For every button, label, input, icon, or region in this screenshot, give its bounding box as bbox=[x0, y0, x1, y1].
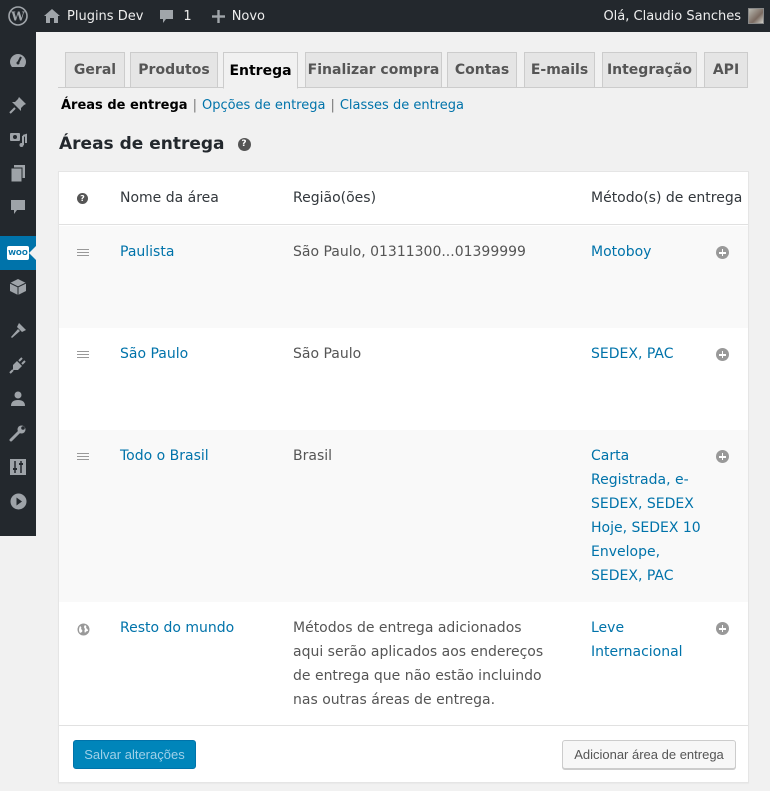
sidebar-item-plugins[interactable] bbox=[0, 348, 36, 382]
comments-count: 1 bbox=[183, 8, 192, 24]
comments-link[interactable]: 1 bbox=[159, 0, 192, 32]
tab-integracao[interactable]: Integração bbox=[602, 52, 697, 88]
header-zone-name: Nome da área bbox=[120, 190, 219, 206]
sidebar-item-comments[interactable] bbox=[0, 190, 36, 224]
zone-methods[interactable]: SEDEX, PAC bbox=[591, 342, 703, 366]
new-label: Novo bbox=[231, 8, 266, 24]
add-shipping-zone-button[interactable]: Adicionar área de entrega bbox=[562, 740, 736, 769]
shipping-zones-table: ? Nome da área Região(ões) Método(s) de … bbox=[58, 171, 749, 783]
globe-icon bbox=[77, 623, 90, 636]
tab-entrega[interactable]: Entrega bbox=[223, 52, 298, 89]
svg-text:W: W bbox=[10, 10, 25, 24]
play-icon bbox=[10, 493, 26, 509]
zone-methods[interactable]: Carta Registrada, e-SEDEX, SEDEX Hoje, S… bbox=[591, 444, 701, 588]
media-icon bbox=[10, 133, 27, 147]
zone-region: Brasil bbox=[293, 448, 333, 464]
tab-e-mails[interactable]: E-mails bbox=[524, 52, 595, 88]
table-footer: Salvar alterações Adicionar área de entr… bbox=[59, 725, 748, 782]
zone-region: São Paulo, 01311300...01399999 bbox=[293, 244, 526, 260]
add-method-icon[interactable] bbox=[716, 622, 729, 635]
site-name-link[interactable]: Plugins Dev bbox=[44, 0, 143, 32]
drag-handle-icon[interactable] bbox=[77, 351, 89, 358]
tools-icon bbox=[9, 425, 26, 442]
settings-icon bbox=[10, 459, 26, 475]
zone-region: São Paulo bbox=[293, 346, 362, 362]
help-icon[interactable]: ? bbox=[77, 193, 88, 204]
sidebar-item-users[interactable] bbox=[0, 382, 36, 416]
table-row: Paulista São Paulo, 01311300...01399999 … bbox=[59, 226, 748, 328]
page-title-text: Áreas de entrega bbox=[59, 134, 225, 154]
tab-api[interactable]: API bbox=[704, 52, 748, 88]
sidebar-item-tools[interactable] bbox=[0, 416, 36, 450]
drag-handle-icon[interactable] bbox=[77, 249, 89, 256]
avatar bbox=[748, 8, 764, 24]
pages-icon bbox=[10, 164, 25, 182]
tab-geral[interactable]: Geral bbox=[65, 52, 125, 88]
subnav-current-shipping-zones[interactable]: Áreas de entrega bbox=[61, 98, 188, 113]
help-icon[interactable]: ? bbox=[237, 137, 251, 151]
zone-methods[interactable]: Motoboy bbox=[591, 240, 703, 264]
sidebar-item-media-player[interactable] bbox=[0, 484, 36, 518]
sidebar-item-media[interactable] bbox=[0, 122, 36, 156]
sidebar-item-posts[interactable] bbox=[0, 88, 36, 122]
table-row: Todo o Brasil Brasil Carta Registrada, e… bbox=[59, 430, 748, 602]
pin-icon bbox=[9, 97, 26, 114]
plus-icon bbox=[211, 9, 225, 23]
shipping-subnav: Áreas de entrega | Opções de entrega | C… bbox=[61, 98, 464, 113]
header-methods: Método(s) de entrega bbox=[591, 190, 743, 206]
tab-produtos[interactable]: Produtos bbox=[130, 52, 218, 88]
settings-tabs: Geral Produtos Entrega Finalizar compra … bbox=[58, 52, 748, 89]
tab-finalizar-compra[interactable]: Finalizar compra bbox=[305, 52, 442, 88]
add-method-icon[interactable] bbox=[716, 246, 729, 259]
subnav-shipping-options[interactable]: Opções de entrega bbox=[202, 98, 325, 113]
woocommerce-icon: WOO bbox=[7, 246, 29, 260]
subnav-shipping-classes[interactable]: Classes de entrega bbox=[340, 98, 464, 113]
home-icon bbox=[44, 9, 60, 23]
site-name: Plugins Dev bbox=[67, 8, 144, 24]
comment-bubble-icon bbox=[160, 9, 174, 23]
comments-icon bbox=[11, 200, 25, 214]
add-method-icon[interactable] bbox=[716, 450, 729, 463]
page-title: Áreas de entrega ? bbox=[59, 134, 251, 154]
user-greeting: Olá, Claudio Sanches bbox=[603, 8, 741, 24]
subnav-separator: | bbox=[192, 98, 197, 113]
dashboard-icon bbox=[10, 54, 26, 67]
zone-name-link[interactable]: Paulista bbox=[120, 240, 174, 264]
table-header: ? Nome da área Região(ões) Método(s) de … bbox=[59, 172, 748, 225]
add-method-icon[interactable] bbox=[716, 348, 729, 361]
save-changes-button[interactable]: Salvar alterações bbox=[73, 740, 196, 769]
sidebar-item-woocommerce[interactable]: WOO bbox=[0, 236, 36, 270]
admin-bar: W Plugins Dev 1 Novo Olá, Claudio Sanche… bbox=[0, 0, 770, 32]
new-content-button[interactable]: Novo bbox=[211, 0, 266, 32]
table-row: Resto do mundo Métodos de entrega adicio… bbox=[59, 602, 748, 725]
sidebar-item-products[interactable] bbox=[0, 270, 36, 304]
sidebar-item-appearance[interactable] bbox=[0, 314, 36, 348]
sidebar-item-settings[interactable] bbox=[0, 450, 36, 484]
header-regions: Região(ões) bbox=[293, 190, 377, 206]
tab-contas[interactable]: Contas bbox=[447, 52, 517, 88]
table-row: São Paulo São Paulo SEDEX, PAC bbox=[59, 328, 748, 430]
appearance-brush-icon bbox=[11, 323, 26, 338]
products-box-icon bbox=[9, 279, 27, 295]
wordpress-logo-button[interactable]: W bbox=[0, 0, 36, 32]
zone-methods[interactable]: Leve Internacional bbox=[591, 616, 691, 664]
plugins-icon bbox=[9, 357, 26, 374]
users-icon bbox=[11, 391, 25, 406]
zone-region: Métodos de entrega adicionados aqui serã… bbox=[293, 620, 544, 708]
sidebar-item-dashboard[interactable] bbox=[0, 44, 36, 78]
admin-sidebar: WOO bbox=[0, 32, 36, 536]
account-menu[interactable]: Olá, Claudio Sanches bbox=[603, 0, 764, 32]
drag-handle-icon[interactable] bbox=[77, 453, 89, 460]
subnav-separator: | bbox=[330, 98, 335, 113]
zone-name-link[interactable]: Resto do mundo bbox=[120, 616, 234, 640]
zone-name-link[interactable]: Todo o Brasil bbox=[120, 444, 209, 468]
zone-name-link[interactable]: São Paulo bbox=[120, 342, 188, 366]
wordpress-logo-icon: W bbox=[8, 6, 28, 26]
sidebar-item-pages[interactable] bbox=[0, 156, 36, 190]
